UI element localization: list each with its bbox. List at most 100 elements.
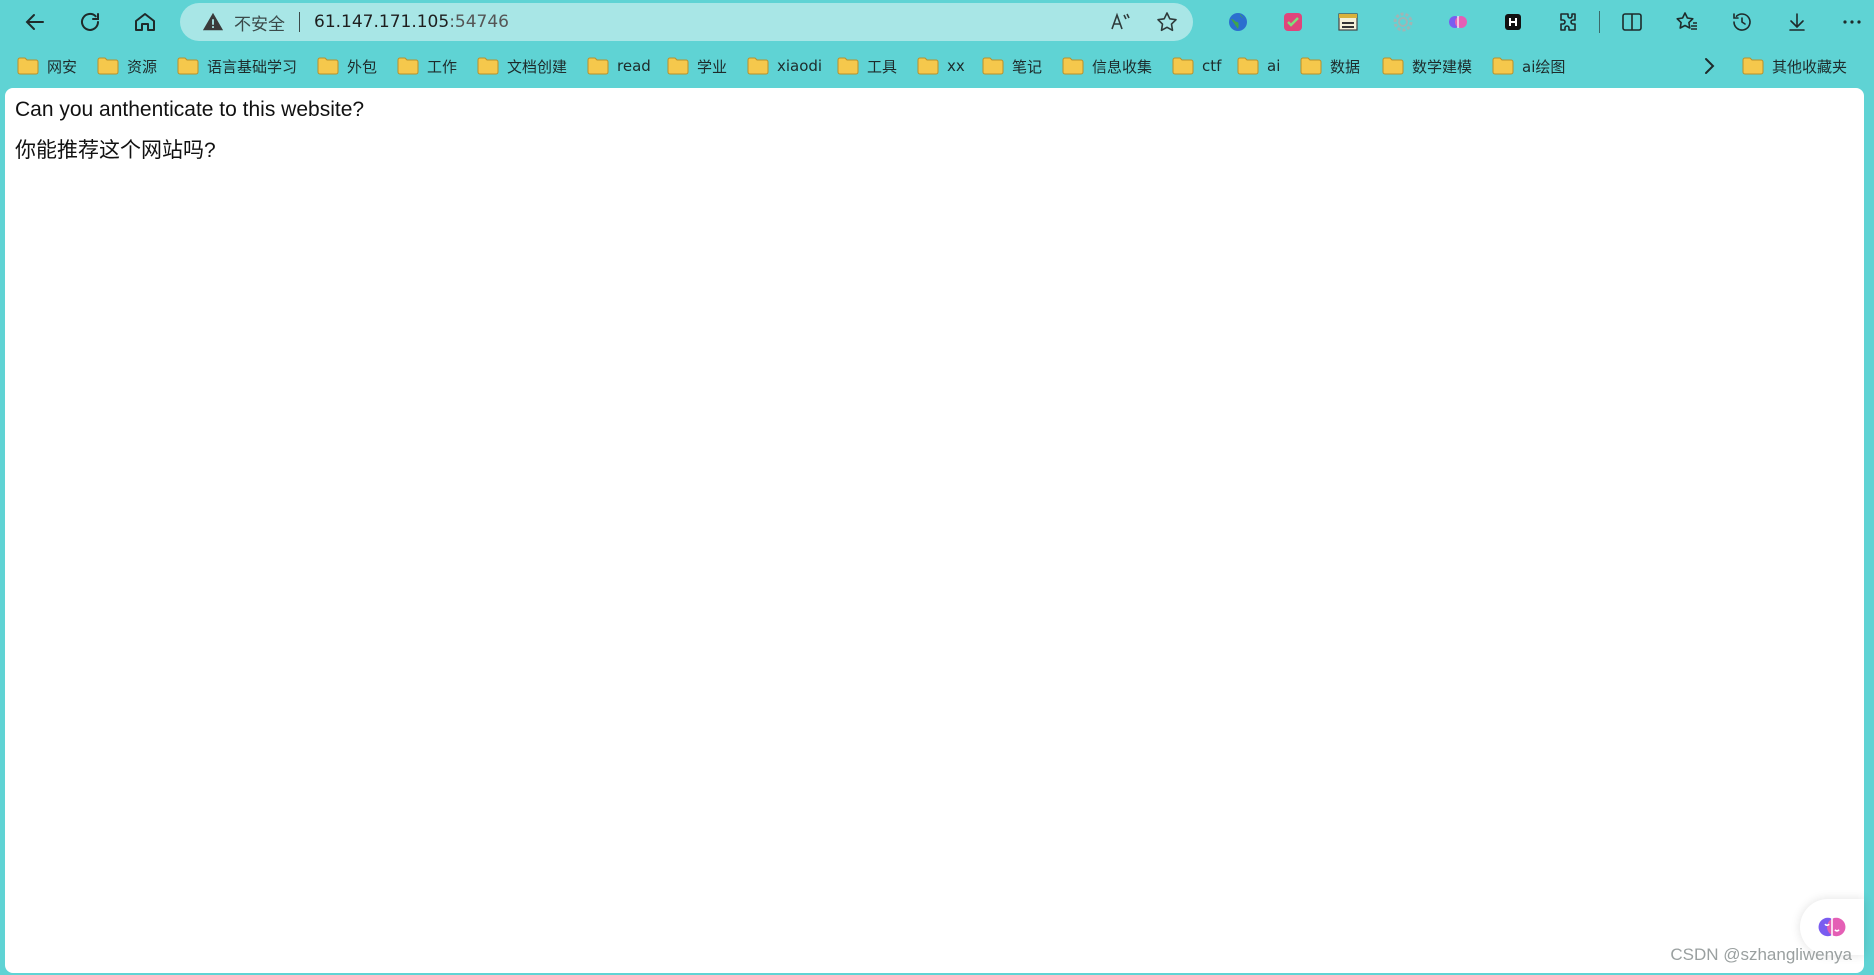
back-icon [25, 14, 44, 30]
folder-icon [477, 57, 499, 75]
bookmark-folder[interactable]: 网安 [17, 52, 77, 80]
extension-brain-button[interactable] [1430, 6, 1485, 38]
bookmark-folder[interactable]: 文档创建 [477, 52, 567, 80]
extension-h-button[interactable] [1485, 6, 1540, 38]
bookmark-folder[interactable]: xiaodi [747, 52, 822, 80]
folder-icon [177, 57, 199, 75]
address-actions [1109, 10, 1179, 34]
extension-h-icon [1504, 14, 1521, 30]
extension-notes-button[interactable] [1320, 6, 1375, 38]
bookmark-label: ctf [1202, 57, 1222, 75]
url-port: :54746 [449, 12, 509, 32]
folder-icon [17, 57, 39, 75]
bookmark-folder[interactable]: xx [917, 52, 965, 80]
bookmark-label: 外包 [347, 57, 378, 76]
folder-icon [1172, 57, 1194, 75]
extension-globe-button[interactable] [1210, 6, 1265, 38]
chevron-right-icon[interactable] [1697, 54, 1721, 78]
folder-icon [747, 57, 769, 75]
folder-icon [97, 57, 119, 75]
extension-pink-icon [1283, 13, 1302, 31]
bookmark-folder[interactable]: ai绘图 [1492, 52, 1565, 80]
read-aloud-icon[interactable] [1109, 10, 1133, 34]
bookmark-folder[interactable]: 数据 [1300, 52, 1360, 80]
bookmark-label: 学业 [697, 57, 728, 76]
folder-icon [667, 57, 689, 75]
extensions-puzzle-icon [1559, 13, 1576, 31]
bookmark-label: 数据 [1330, 57, 1361, 76]
folder-icon [917, 57, 939, 75]
bookmark-folder[interactable]: ai [1237, 52, 1280, 80]
address-divider [299, 12, 300, 32]
other-bookmarks-folder[interactable]: 其他收藏夹 [1742, 52, 1847, 80]
page-text-english: Can you anthenticate to this website? [15, 98, 365, 121]
browser-window: 不安全 61.147.171.105 :54746 网安 资源 语言基础学习 外… [0, 0, 1874, 975]
home-icon [135, 13, 155, 31]
bookmark-label: xx [947, 57, 965, 75]
csdn-watermark: CSDN @szhangliwenya [1670, 945, 1852, 964]
folder-icon [587, 57, 609, 75]
folder-icon [1237, 57, 1259, 75]
bookmark-folder[interactable]: 资源 [97, 52, 157, 80]
more-button[interactable] [1824, 6, 1874, 38]
folder-icon [1492, 57, 1514, 75]
bookmark-label: ai绘图 [1522, 57, 1566, 76]
address-bar[interactable]: 不安全 61.147.171.105 :54746 [180, 3, 1193, 41]
favorites-button[interactable] [1659, 6, 1714, 38]
bookmark-label: 资源 [127, 57, 158, 76]
extension-gear-button[interactable] [1375, 6, 1430, 38]
page-text-chinese: 你能推荐这个网站吗? [15, 139, 216, 162]
bookmark-folder[interactable]: read [587, 52, 651, 80]
folder-icon [1742, 57, 1764, 75]
refresh-button[interactable] [70, 4, 110, 40]
bookmark-label: 信息收集 [1092, 57, 1153, 76]
bookmark-folder[interactable]: 工作 [397, 52, 457, 80]
toolbar: 不安全 61.147.171.105 :54746 [0, 0, 1874, 44]
refresh-icon [81, 12, 99, 31]
folder-icon [982, 57, 1004, 75]
bookmark-folder[interactable]: 外包 [317, 52, 377, 80]
bookmark-label: 数学建模 [1412, 57, 1473, 76]
bookmark-folder[interactable]: 语言基础学习 [177, 52, 297, 80]
bookmark-folder[interactable]: 信息收集 [1062, 52, 1152, 80]
back-button[interactable] [15, 4, 55, 40]
bookmark-label: 工作 [427, 57, 458, 76]
bookmark-folder[interactable]: 学业 [667, 52, 727, 80]
bookmark-label: xiaodi [777, 57, 823, 75]
extension-pink-button[interactable] [1265, 6, 1320, 38]
bookmark-folder[interactable]: ctf [1172, 52, 1221, 80]
brain-fab-icon [1818, 917, 1846, 937]
security-label: 不安全 [234, 14, 285, 35]
home-button[interactable] [125, 4, 165, 40]
extension-notes-icon [1337, 13, 1358, 31]
page-content: Can you anthenticate to this website? 你能… [5, 88, 1864, 973]
download-icon [1788, 13, 1805, 31]
bookmark-folder[interactable]: 数学建模 [1382, 52, 1472, 80]
bookmark-label: 笔记 [1012, 57, 1043, 76]
history-button[interactable] [1714, 6, 1769, 38]
folder-icon [1062, 57, 1084, 75]
bookmark-label: 工具 [867, 57, 898, 76]
more-icon [1842, 20, 1861, 24]
bookmark-folder[interactable]: 工具 [837, 52, 897, 80]
extension-toolbar [1210, 6, 1874, 38]
folder-icon [317, 57, 339, 75]
bookmarks-bar: 网安 资源 语言基础学习 外包 工作 文档创建 read 学业 xiaodi 工… [0, 48, 1874, 84]
bookmark-label: 语言基础学习 [207, 57, 298, 76]
folder-icon [1382, 57, 1404, 75]
folder-icon [397, 57, 419, 75]
bookmark-label: 网安 [47, 57, 78, 76]
toolbar-separator [1599, 11, 1600, 33]
bookmark-label: read [617, 57, 651, 75]
extension-gear-icon [1393, 12, 1412, 32]
favorite-star-icon[interactable] [1155, 10, 1179, 34]
warning-icon[interactable] [202, 11, 224, 33]
folder-icon [837, 57, 859, 75]
extensions-button[interactable] [1540, 6, 1595, 38]
split-screen-button[interactable] [1604, 6, 1659, 38]
bookmark-folder[interactable]: 笔记 [982, 52, 1042, 80]
download-button[interactable] [1769, 6, 1824, 38]
bookmark-label: 文档创建 [507, 57, 568, 76]
extension-brain-icon [1448, 16, 1467, 28]
other-bookmarks-label: 其他收藏夹 [1772, 57, 1848, 76]
